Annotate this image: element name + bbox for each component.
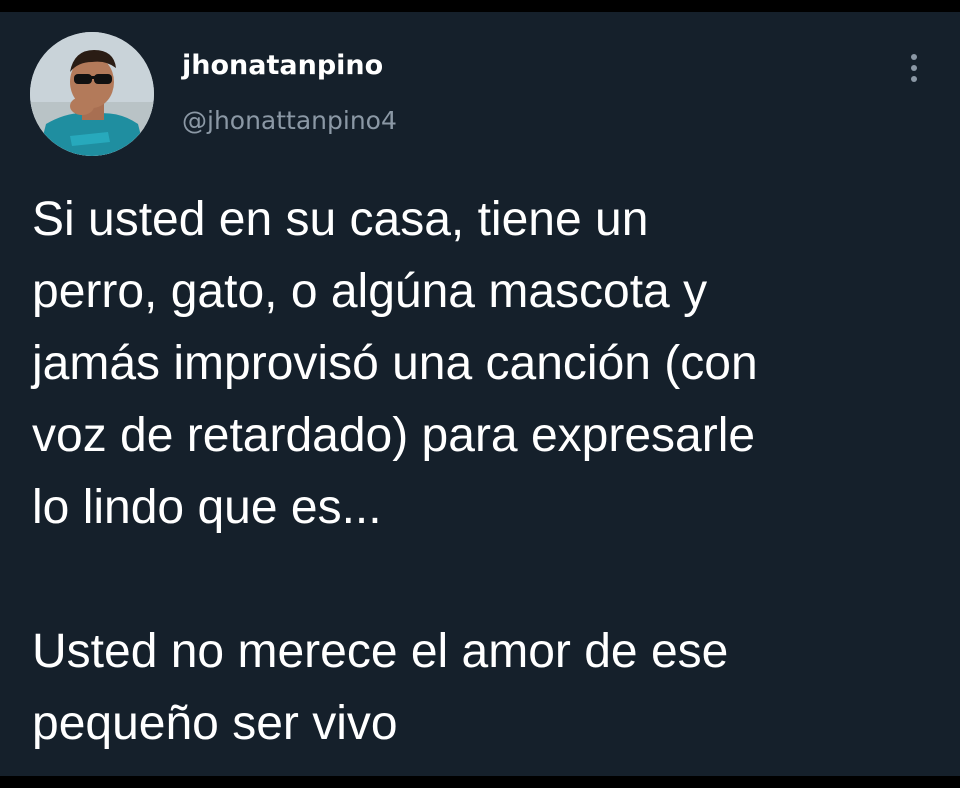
tweet-text: Si usted en su casa, tiene un perro, gat… [32, 184, 942, 760]
more-options-button[interactable] [900, 48, 928, 88]
tweet-text-line: lo lindo que es... [32, 481, 382, 534]
tweet-text-line: Usted no merece el amor de ese [32, 625, 729, 678]
display-name[interactable]: jhonatanpino [182, 52, 383, 79]
avatar-photo [30, 32, 154, 156]
user-handle[interactable]: @jhonattanpino4 [182, 108, 397, 133]
more-vertical-icon [911, 54, 917, 82]
tweet-text-line: pequeño ser vivo [32, 697, 398, 750]
tweet-text-line: perro, gato, o algúna mascota y [32, 265, 708, 318]
tweet-card: jhonatanpino @jhonattanpino4 Si usted en… [0, 12, 960, 776]
tweet-text-line: jamás improvisó una canción (con [32, 337, 758, 390]
tweet-text-line: voz de retardado) para expresarle [32, 409, 756, 462]
avatar[interactable] [30, 32, 154, 156]
screenshot-frame: jhonatanpino @jhonattanpino4 Si usted en… [0, 0, 960, 788]
tweet-text-line: Si usted en su casa, tiene un [32, 193, 649, 246]
